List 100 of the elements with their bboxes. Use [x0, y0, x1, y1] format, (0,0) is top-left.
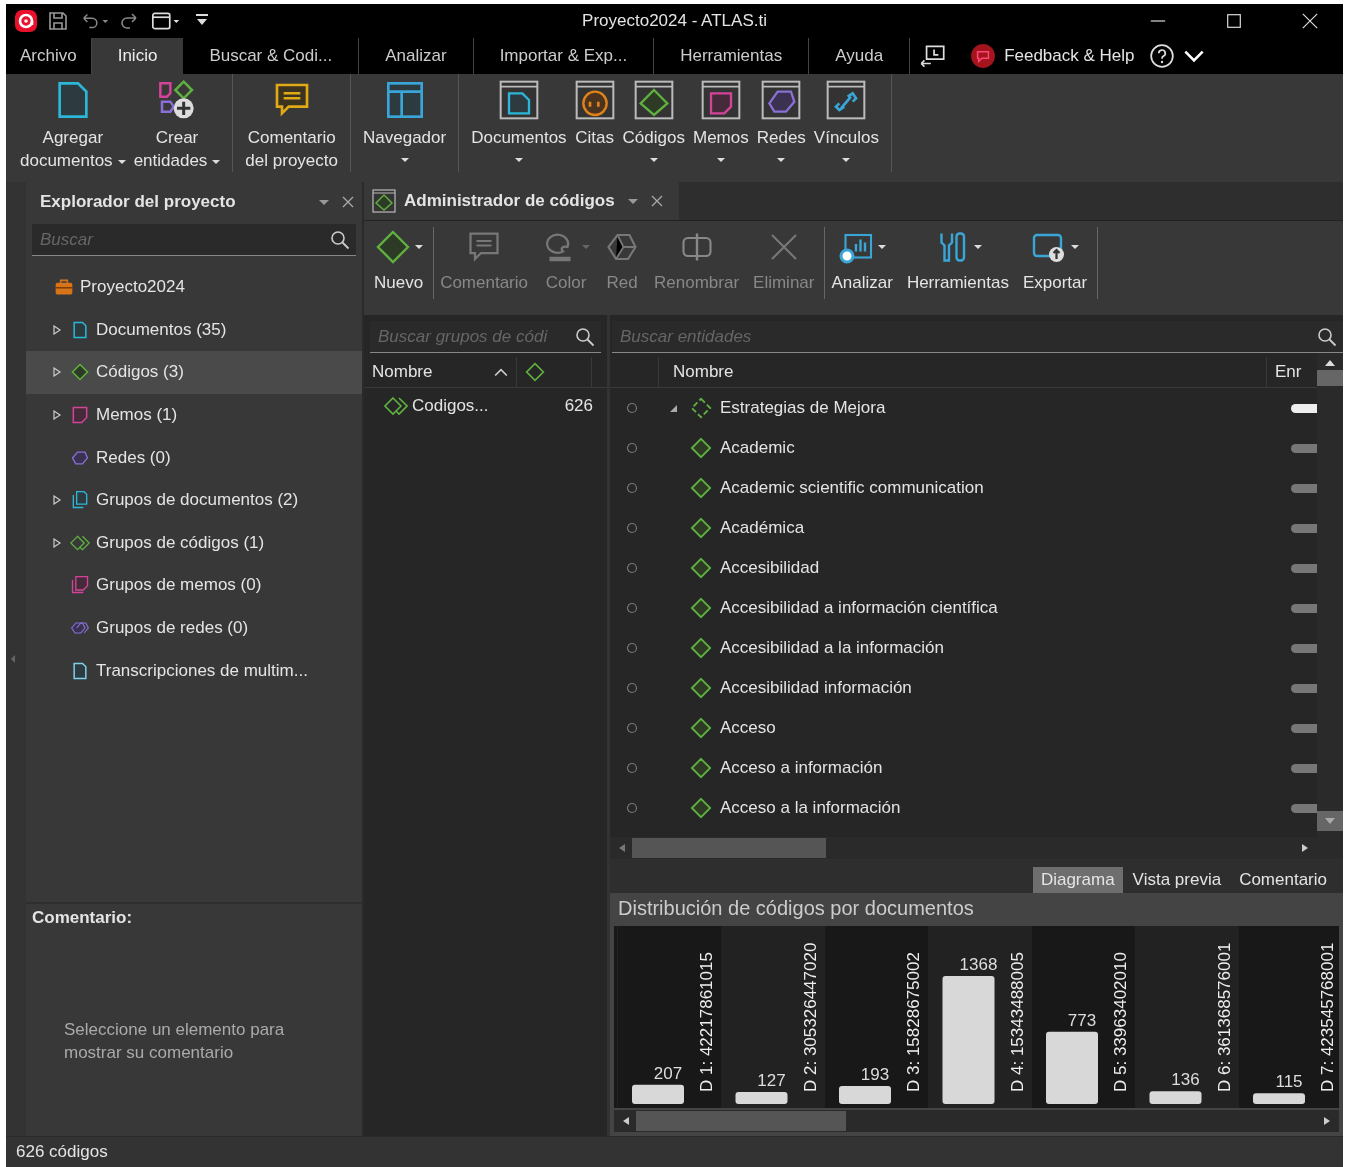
window-network-icon	[761, 80, 802, 120]
expand-triangle-icon[interactable]	[52, 410, 62, 421]
grounded-bar	[1291, 763, 1317, 773]
feedback-button[interactable]: Feedback & Help	[962, 38, 1143, 74]
horizontal-scrollbar[interactable]	[614, 1110, 1339, 1132]
tree-item[interactable]: Transcripciones de multim...	[26, 649, 362, 692]
expand-triangle-icon[interactable]	[52, 537, 62, 548]
scroll-down-icon[interactable]	[1324, 817, 1336, 825]
documents-icon	[70, 490, 90, 511]
ribbon-button[interactable]: Documentos	[469, 80, 569, 172]
tree-item[interactable]: Grupos de redes (0)	[26, 606, 362, 650]
save-icon[interactable]	[46, 9, 70, 33]
toolbar-button[interactable]: Nuevo	[374, 227, 424, 299]
caret-icon	[582, 244, 590, 250]
diamonds-icon	[384, 394, 408, 418]
category-label: D 6: 361368576001	[1214, 942, 1234, 1092]
collapse-triangle-icon[interactable]	[668, 403, 678, 413]
column-header[interactable]: Enr	[1267, 357, 1317, 387]
view-tab[interactable]: Vista previa	[1124, 867, 1230, 893]
tree-item[interactable]: Códigos (3)	[26, 351, 362, 394]
category-label: D 7: 423545768001	[1318, 942, 1334, 1092]
tree-item[interactable]: Grupos de documentos (2)	[26, 478, 362, 522]
category-label: D 1: 42217861015	[697, 952, 716, 1092]
expand-triangle-icon[interactable]	[52, 495, 62, 506]
search-field[interactable]: Buscar entidades	[612, 321, 1343, 353]
code-row[interactable]: Academic scientific communication	[610, 468, 1317, 508]
toolbar-button[interactable]: Analizar	[831, 227, 893, 299]
ribbon-button[interactable]: Códigos	[620, 80, 687, 172]
value-label: 1368	[959, 955, 998, 974]
ribbon-button[interactable]: Crear entidades	[131, 80, 223, 172]
view-tab[interactable]: Comentario	[1231, 867, 1335, 893]
code-row[interactable]: Acceso a la información	[610, 788, 1317, 828]
code-row[interactable]: Accesibilidad información	[610, 668, 1317, 708]
search-icon[interactable]	[575, 327, 595, 347]
ribbon-button[interactable]: Redes	[754, 80, 808, 172]
code-row[interactable]: Accesibilidad	[610, 548, 1317, 588]
grounded-bar	[1291, 723, 1317, 733]
circle-icon	[626, 682, 638, 694]
shapes-plus-icon	[157, 80, 197, 120]
horizontal-scrollbar[interactable]	[610, 837, 1317, 859]
toolbar-button[interactable]: Exportar	[1022, 227, 1088, 299]
diamond-icon	[690, 797, 712, 819]
caret-icon	[212, 158, 221, 165]
ribbon-tab[interactable]: Inicio	[91, 38, 184, 74]
ribbon-button[interactable]: Citas	[572, 80, 617, 172]
expand-triangle-icon[interactable]	[52, 367, 62, 378]
ribbon-button[interactable]: Comentario del proyecto	[243, 80, 340, 172]
grounded-bar	[1291, 563, 1317, 573]
tree-item[interactable]: Grupos de memos (0)	[26, 564, 362, 607]
scrollbar-thumb[interactable]	[632, 838, 826, 858]
count-cell: 626	[564, 396, 593, 416]
bar	[735, 1092, 788, 1104]
tree-item[interactable]: Redes (0)	[26, 436, 362, 479]
bar	[1253, 1093, 1305, 1104]
circle-icon	[626, 802, 638, 814]
view-tab[interactable]: Diagrama	[1032, 867, 1123, 893]
caret-icon	[400, 157, 409, 163]
ribbon-button[interactable]: Vínculos	[811, 80, 882, 172]
code-row[interactable]: Accesibilidad a información científica	[610, 588, 1317, 628]
grounded-bar	[1291, 483, 1317, 493]
vertical-scrollbar[interactable]	[1317, 353, 1343, 859]
column-header[interactable]: Nombre	[364, 357, 517, 387]
code-row[interactable]: Estrategias de Mejora	[610, 388, 1317, 428]
maximize-icon[interactable]	[1225, 12, 1243, 30]
scrollbar-thumb[interactable]	[1317, 370, 1343, 386]
comment-heading: Comentario:	[32, 908, 134, 928]
toolbar-button[interactable]: Herramientas	[906, 227, 1009, 299]
ribbon-button[interactable]: Memos	[690, 80, 751, 172]
search-icon[interactable]	[1317, 327, 1337, 347]
code-row[interactable]: Academic	[610, 428, 1317, 468]
tree-item[interactable]: Grupos de códigos (1)	[26, 521, 362, 565]
search-icon[interactable]	[330, 230, 350, 250]
dashed-diamond-icon	[690, 397, 712, 419]
panel-title: Explorador del proyecto	[40, 192, 237, 212]
code-row[interactable]: Accesibilidad a la información	[610, 628, 1317, 668]
diamond-icon	[374, 229, 411, 265]
scroll-right-icon[interactable]	[1323, 1116, 1331, 1126]
category-label: D 2: 305326447020	[800, 942, 820, 1092]
help-icon[interactable]	[1148, 43, 1175, 69]
scrollbar-thumb[interactable]	[636, 1111, 846, 1131]
code-row[interactable]: Acceso	[610, 708, 1317, 748]
code-group-row[interactable]: Codigos... 626	[364, 388, 607, 424]
code-row[interactable]: Acceso a información	[610, 748, 1317, 788]
scroll-left-icon[interactable]	[622, 1116, 630, 1126]
tree-item[interactable]: Proyecto2024	[26, 266, 362, 309]
document-tab[interactable]: Administrador de códigos	[364, 182, 679, 220]
ribbon-button[interactable]: Navegador	[361, 80, 449, 172]
search-field[interactable]: Buscar grupos de códi	[370, 321, 601, 353]
code-row[interactable]: Académica	[610, 508, 1317, 548]
tree-item[interactable]: Documentos (35)	[26, 308, 362, 352]
search-field[interactable]: Buscar	[32, 224, 356, 256]
scroll-right-icon[interactable]	[1301, 843, 1309, 853]
sort-caret-icon	[494, 367, 508, 377]
ribbon-button[interactable]: Agregar documentos	[18, 80, 128, 172]
expand-triangle-icon[interactable]	[52, 324, 62, 335]
tree-item[interactable]: Memos (1)	[26, 393, 362, 437]
value-label: 115	[1275, 1072, 1303, 1092]
value-label: 207	[653, 1063, 683, 1083]
scroll-up-icon[interactable]	[1324, 359, 1336, 367]
column-header[interactable]: Nombre	[659, 357, 1267, 387]
